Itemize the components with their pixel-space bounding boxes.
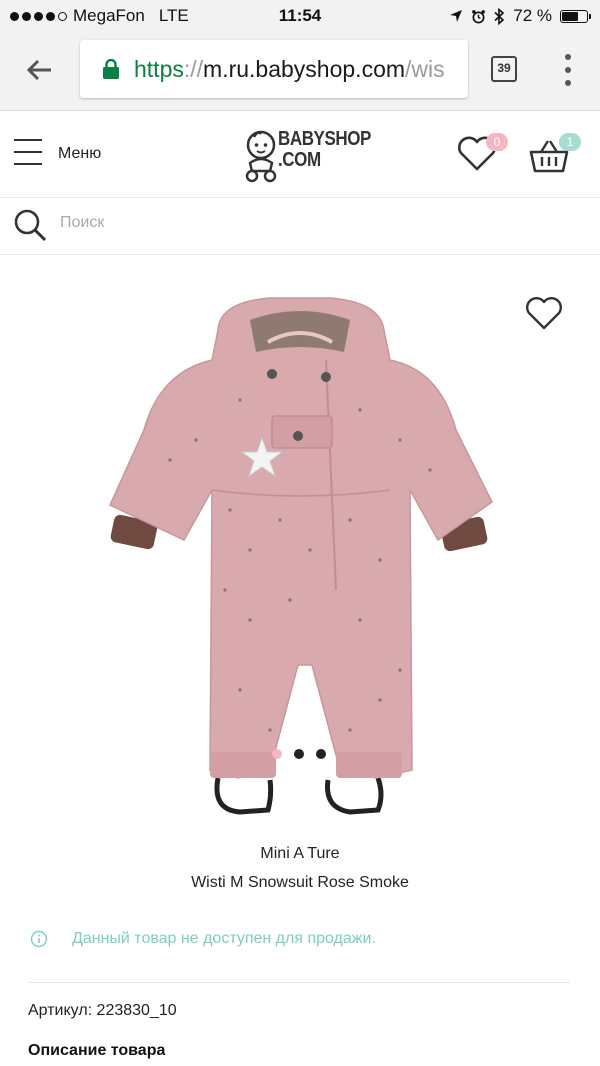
sku-value: 223830_10 — [96, 1002, 177, 1019]
search-icon[interactable] — [12, 207, 48, 243]
cart-count-badge: 1 — [559, 133, 581, 151]
info-icon — [30, 930, 48, 948]
availability-notice: Данный товар не доступен для продажи. — [30, 930, 376, 948]
product-name: Wisti M Snowsuit Rose Smoke — [191, 874, 409, 891]
search-bar — [0, 198, 600, 255]
bluetooth-icon — [494, 7, 505, 25]
address-bar[interactable]: https://m.ru.babyshop.com/wis — [80, 40, 468, 98]
carousel-dot[interactable] — [294, 749, 304, 759]
browser-menu-icon[interactable] — [562, 54, 574, 86]
product-brand[interactable]: Mini A Ture — [0, 845, 600, 863]
battery-icon — [560, 9, 591, 23]
site-header: Меню BABYSHOP .COM 0 1 — [0, 111, 600, 198]
browser-toolbar: https://m.ru.babyshop.com/wis 39 — [0, 32, 600, 111]
image-carousel-dots — [272, 749, 326, 759]
search-input[interactable] — [58, 213, 562, 233]
tab-switcher-button[interactable]: 39 — [491, 56, 517, 82]
alarm-clock-icon — [472, 9, 486, 23]
product-image[interactable] — [100, 290, 500, 820]
status-bar: MegaFon LTE 11:54 72 % — [0, 0, 600, 32]
carousel-dot[interactable] — [272, 749, 282, 759]
url-text: https://m.ru.babyshop.com/wis — [134, 55, 445, 82]
product-sku: Артикул: 223830_10 — [28, 1002, 177, 1019]
battery-percent: 72 % — [513, 6, 552, 25]
status-right: 72 % — [449, 6, 591, 26]
logo-wordmark: BABYSHOP .COM — [278, 128, 371, 171]
wishlist-count-badge: 0 — [486, 133, 508, 151]
menu-label[interactable]: Меню — [58, 145, 101, 163]
location-arrow-icon — [450, 10, 463, 22]
description-heading[interactable]: Описание товара — [28, 1042, 165, 1060]
lock-icon — [103, 59, 119, 79]
divider — [28, 982, 570, 983]
carousel-dot[interactable] — [316, 749, 326, 759]
back-arrow-icon[interactable] — [24, 54, 56, 86]
hamburger-menu-icon[interactable] — [14, 139, 42, 165]
favorite-heart-icon[interactable] — [524, 294, 564, 332]
availability-text: Данный товар не доступен для продажи. — [72, 930, 376, 947]
